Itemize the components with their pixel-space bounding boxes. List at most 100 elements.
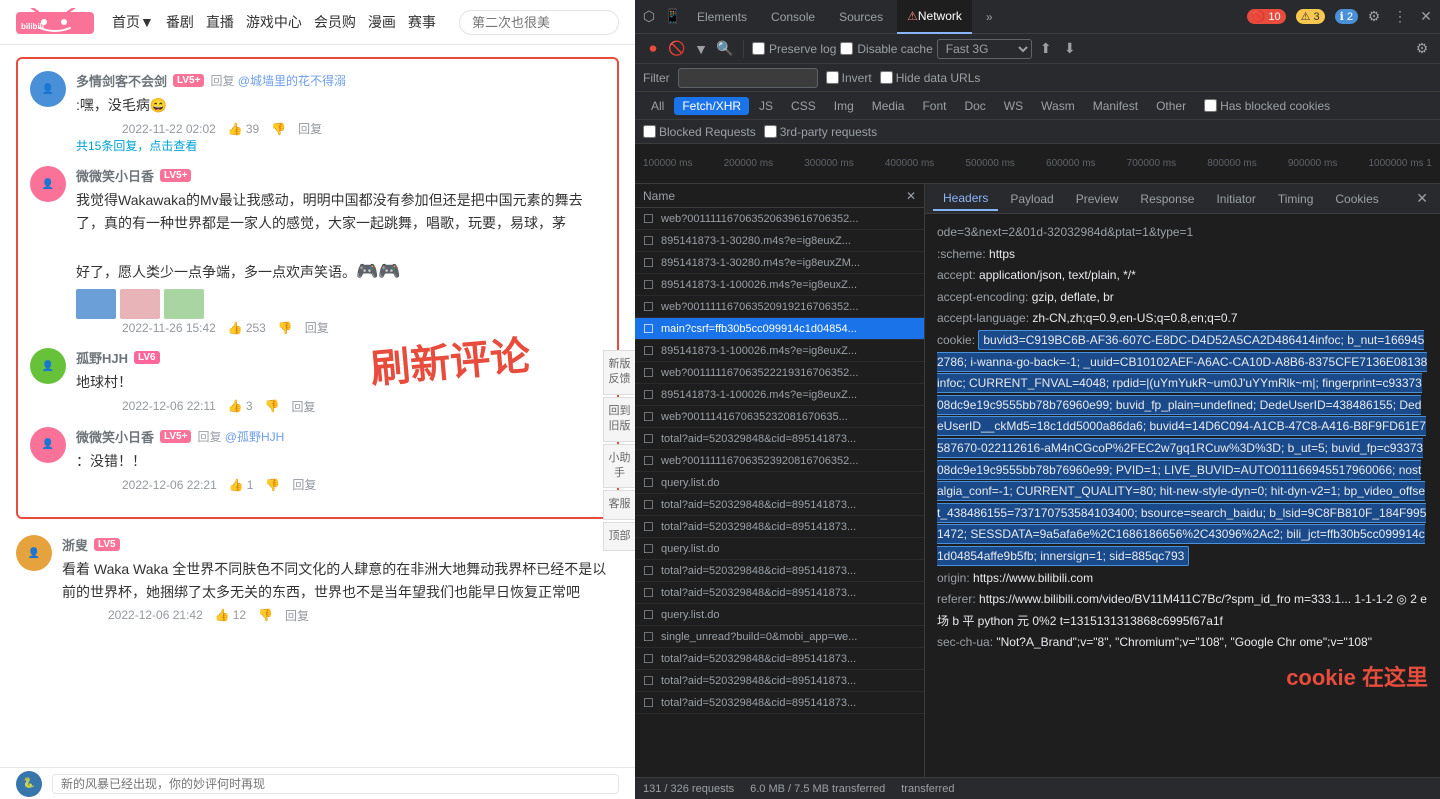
close-panel-icon[interactable]: ✕ — [906, 189, 916, 203]
blocked-requests-checkbox[interactable]: Blocked Requests — [643, 125, 756, 139]
disable-cache-checkbox[interactable]: Disable cache — [840, 42, 932, 56]
nav-sports[interactable]: 赛事 — [408, 12, 436, 32]
import-icon[interactable]: ⬆ — [1036, 39, 1056, 59]
like-btn-long[interactable]: 👍 12 — [215, 608, 246, 622]
clear-icon[interactable]: 🚫 — [667, 39, 687, 59]
search-input[interactable] — [459, 10, 619, 35]
dislike-btn-long[interactable]: 👎 — [258, 608, 273, 622]
type-tab-other[interactable]: Other — [1148, 97, 1194, 115]
network-row-7[interactable]: ☐web?001111167063522219316706352... — [635, 362, 924, 384]
comment-input[interactable] — [52, 774, 619, 794]
dislike-btn-1[interactable]: 👎 — [271, 122, 286, 136]
network-row-5-selected[interactable]: ☐main?csrf=ffb30b5cc099914c1d04854... — [635, 318, 924, 340]
h-tab-cookies[interactable]: Cookies — [1325, 188, 1388, 210]
assistant-btn[interactable]: 小助手 — [603, 444, 635, 489]
dislike-btn-4[interactable]: 👎 — [265, 478, 280, 492]
nav-live[interactable]: 直播 — [206, 12, 234, 32]
network-row-6[interactable]: ☐895141873-1-100026.m4s?e=ig8euxZ... — [635, 340, 924, 362]
throttle-select[interactable]: Fast 3GSlow 3GNo throttling — [937, 39, 1032, 59]
device-icon[interactable]: 📱 — [663, 7, 683, 27]
bilibili-logo[interactable]: bilibili — [16, 8, 96, 36]
record-icon[interactable]: ⏺ — [643, 39, 663, 59]
network-row-15[interactable]: ☐query.list.do — [635, 538, 924, 560]
type-tab-fetch[interactable]: Fetch/XHR — [674, 97, 749, 115]
nav-home[interactable]: 首页▼ — [112, 12, 154, 32]
tab-sources[interactable]: Sources — [829, 0, 893, 34]
reply-btn-3[interactable]: 回复 — [291, 398, 315, 415]
nav-vip[interactable]: 会员购 — [314, 12, 356, 32]
nav-bangumi[interactable]: 番剧 — [166, 12, 194, 32]
network-row-19[interactable]: ☐single_unread?build=0&mobi_app=we... — [635, 626, 924, 648]
network-row-10[interactable]: ☐total?aid=520329848&cid=895141873... — [635, 428, 924, 450]
type-tab-js[interactable]: JS — [751, 97, 781, 115]
invert-checkbox[interactable]: Invert — [826, 71, 872, 85]
third-party-checkbox[interactable]: 3rd-party requests — [764, 125, 877, 139]
network-row-8[interactable]: ☐895141873-1-100026.m4s?e=ig8euxZ... — [635, 384, 924, 406]
like-btn-2[interactable]: 👍 253 — [228, 321, 266, 335]
network-row-13[interactable]: ☐total?aid=520329848&cid=895141873... — [635, 494, 924, 516]
tab-elements[interactable]: Elements — [687, 0, 757, 34]
type-tab-doc[interactable]: Doc — [956, 97, 993, 115]
nav-manga[interactable]: 漫画 — [368, 12, 396, 32]
settings-network-icon[interactable]: ⚙ — [1412, 39, 1432, 59]
username-2[interactable]: 微微笑小日香 — [76, 166, 154, 185]
top-btn[interactable]: 顶部 — [603, 522, 635, 551]
reply-btn-4[interactable]: 回复 — [292, 476, 316, 493]
type-tab-wasm[interactable]: Wasm — [1033, 97, 1083, 115]
network-row-14[interactable]: ☐total?aid=520329848&cid=895141873... — [635, 516, 924, 538]
network-row-11[interactable]: ☐web?001111167063523920816706352... — [635, 450, 924, 472]
network-row-20[interactable]: ☐total?aid=520329848&cid=895141873... — [635, 648, 924, 670]
network-row-1[interactable]: ☐895141873-1-30280.m4s?e=ig8euxZ... — [635, 230, 924, 252]
network-row-3[interactable]: ☐895141873-1-100026.m4s?e=ig8euxZ... — [635, 274, 924, 296]
reply-btn-2[interactable]: 回复 — [305, 319, 329, 336]
hide-data-urls-checkbox[interactable]: Hide data URLs — [880, 71, 981, 85]
network-row-0[interactable]: ☐web?001111167063520639616706352... — [635, 208, 924, 230]
tab-more[interactable]: » — [976, 0, 1003, 34]
inspect-icon[interactable]: ⬡ — [639, 7, 659, 27]
network-row-9[interactable]: ☐web?0011141670635232081670635... — [635, 406, 924, 428]
type-tab-font[interactable]: Font — [914, 97, 954, 115]
h-tab-timing[interactable]: Timing — [1268, 188, 1324, 210]
h-tab-payload[interactable]: Payload — [1000, 188, 1063, 210]
more-icon[interactable]: ⋮ — [1390, 7, 1410, 27]
h-tab-initiator[interactable]: Initiator — [1206, 188, 1265, 210]
old-version-btn[interactable]: 回到旧版 — [603, 397, 635, 442]
type-tab-ws[interactable]: WS — [996, 97, 1031, 115]
new-version-btn[interactable]: 新版反馈 — [603, 350, 635, 395]
sub-comment-count-1[interactable]: 共15条回复，点击查看 — [76, 137, 605, 154]
network-row-16[interactable]: ☐total?aid=520329848&cid=895141873... — [635, 560, 924, 582]
filter-input[interactable] — [678, 68, 818, 88]
tab-console[interactable]: Console — [761, 0, 825, 34]
type-tab-css[interactable]: CSS — [783, 97, 824, 115]
close-devtools-icon[interactable]: ✕ — [1416, 7, 1436, 27]
search-icon[interactable]: 🔍 — [715, 39, 735, 59]
network-row-17[interactable]: ☐total?aid=520329848&cid=895141873... — [635, 582, 924, 604]
username-4[interactable]: 微微笑小日香 — [76, 427, 154, 446]
network-row-22[interactable]: ☐total?aid=520329848&cid=895141873... — [635, 692, 924, 714]
like-btn-1[interactable]: 👍 39 — [228, 122, 259, 136]
h-tab-preview[interactable]: Preview — [1066, 188, 1129, 210]
like-btn-3[interactable]: 👍 3 — [228, 399, 253, 413]
type-tab-all[interactable]: All — [643, 97, 672, 115]
type-tab-img[interactable]: Img — [826, 97, 862, 115]
type-tab-manifest[interactable]: Manifest — [1085, 97, 1146, 115]
filter-icon[interactable]: ▼ — [691, 39, 711, 59]
network-row-4[interactable]: ☐web?001111167063520919216706352... — [635, 296, 924, 318]
network-row-2[interactable]: ☐895141873-1-30280.m4s?e=ig8euxZM... — [635, 252, 924, 274]
username-long[interactable]: 浙叟 — [62, 535, 88, 554]
dislike-btn-3[interactable]: 👎 — [265, 399, 280, 413]
blocked-cookies-checkbox[interactable]: Has blocked cookies — [1204, 99, 1330, 113]
export-icon[interactable]: ⬇ — [1060, 39, 1080, 59]
reply-target-4[interactable]: @孤野HJH — [225, 430, 285, 444]
reply-btn-long[interactable]: 回复 — [285, 607, 309, 624]
type-tab-media[interactable]: Media — [864, 97, 913, 115]
username-3[interactable]: 孤野HJH — [76, 348, 128, 367]
network-row-12[interactable]: ☐query.list.do — [635, 472, 924, 494]
reply-btn-1[interactable]: 回复 — [298, 120, 322, 137]
h-tab-headers[interactable]: Headers — [933, 187, 998, 211]
like-btn-4[interactable]: 👍 1 — [229, 478, 254, 492]
network-row-18[interactable]: ☐query.list.do — [635, 604, 924, 626]
dislike-btn-2[interactable]: 👎 — [278, 321, 293, 335]
h-tab-response[interactable]: Response — [1130, 188, 1204, 210]
settings-icon[interactable]: ⚙ — [1364, 7, 1384, 27]
